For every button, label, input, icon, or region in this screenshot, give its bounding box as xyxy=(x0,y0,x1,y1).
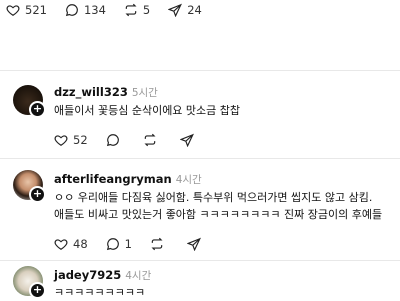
comment-text-line: 애들도 비싸고 맛있는거 좋아함 ㅋㅋㅋㅋㅋㅋㅋㅋ 진짜 장금이의 후예들 xyxy=(54,208,383,221)
repost-icon xyxy=(144,133,156,147)
timestamp: 4시간 xyxy=(125,270,152,282)
reply-button[interactable]: 1 xyxy=(106,237,132,251)
comment-icon xyxy=(106,134,119,147)
share-count: 24 xyxy=(187,3,202,17)
divider xyxy=(0,158,400,159)
send-icon xyxy=(168,3,183,17)
divider xyxy=(0,260,400,261)
send-icon xyxy=(186,237,201,251)
follow-plus-icon[interactable]: + xyxy=(29,101,46,118)
username[interactable]: dzz_will323 xyxy=(54,85,128,99)
repost-icon xyxy=(151,237,163,251)
timestamp: 5시간 xyxy=(131,87,158,99)
username[interactable]: afterlifeangryman xyxy=(54,172,172,186)
repost-icon xyxy=(125,3,137,17)
avatar[interactable]: + xyxy=(13,266,46,299)
comment-username-row: jadey7925 4시간 xyxy=(54,268,151,283)
divider xyxy=(0,70,400,71)
avatar[interactable]: + xyxy=(13,85,46,118)
heart-icon xyxy=(54,135,68,146)
heart-icon xyxy=(54,239,68,250)
comment-icon xyxy=(106,238,119,251)
comment-actions: 52 xyxy=(54,130,217,150)
like-count: 52 xyxy=(73,133,88,147)
comment-text-line: 애들이서 꽃등심 순삭이에요 맛소금 찹찹 xyxy=(54,104,241,117)
send-icon xyxy=(179,133,194,147)
comment-icon xyxy=(65,4,78,17)
like-count: 48 xyxy=(73,237,88,251)
comment-actions: 48 1 xyxy=(54,234,224,254)
username[interactable]: jadey7925 xyxy=(54,268,121,282)
timestamp: 4시간 xyxy=(175,174,202,186)
heart-icon xyxy=(6,5,20,16)
post-actions: 521 134 5 24 xyxy=(6,0,220,20)
comment-text-line: ㅇㅇ 우리애들 다짐육 싫어함. 특수부위 먹으러가면 씹지도 않고 삼킴. xyxy=(54,191,373,204)
comment-text: ㅇㅇ 우리애들 다짐육 싫어함. 특수부위 먹으러가면 씹지도 않고 삼킴. 애… xyxy=(54,189,382,223)
comment-username-row: afterlifeangryman 4시간 xyxy=(54,172,202,187)
repost-button[interactable] xyxy=(150,237,169,251)
like-button[interactable]: 48 xyxy=(54,237,88,251)
like-button[interactable]: 521 xyxy=(6,3,47,17)
avatar[interactable]: + xyxy=(13,170,46,203)
comment-button[interactable]: 134 xyxy=(65,3,106,17)
follow-plus-icon[interactable]: + xyxy=(29,282,46,299)
comment-count: 134 xyxy=(83,3,106,17)
share-button[interactable] xyxy=(186,237,206,251)
share-button[interactable]: 24 xyxy=(168,3,202,17)
repost-count: 5 xyxy=(142,3,151,17)
reply-count: 1 xyxy=(124,237,132,251)
repost-button[interactable]: 5 xyxy=(124,3,150,17)
like-button[interactable]: 52 xyxy=(54,133,88,147)
repost-button[interactable] xyxy=(143,133,162,147)
like-count: 521 xyxy=(25,3,47,17)
follow-plus-icon[interactable]: + xyxy=(29,186,46,203)
comment-username-row: dzz_will323 5시간 xyxy=(54,85,158,100)
comment-text: ㅋㅋㅋㅋㅋㅋㅋㅋㅋ xyxy=(54,284,145,301)
reply-button[interactable] xyxy=(106,133,125,147)
share-button[interactable] xyxy=(179,133,199,147)
comment-text: 애들이서 꽃등심 순삭이에요 맛소금 찹찹 xyxy=(54,102,240,119)
comment-text-line: ㅋㅋㅋㅋㅋㅋㅋㅋㅋ xyxy=(54,286,146,299)
